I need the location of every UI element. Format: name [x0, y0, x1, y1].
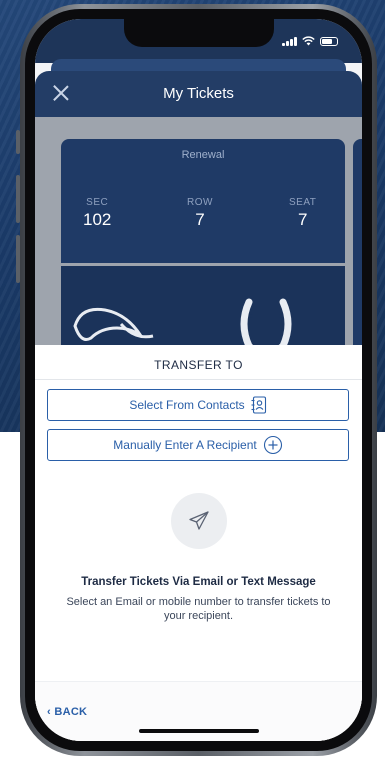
- chevron-left-icon: ‹: [47, 706, 51, 718]
- seat-label: SEAT: [289, 197, 317, 208]
- paper-plane-icon: [188, 511, 209, 530]
- select-from-contacts-button[interactable]: Select From Contacts: [47, 389, 349, 421]
- battery-icon: [320, 37, 338, 46]
- phone-frame: My Tickets Renewal SEC 102 ROW 7 SEAT 7: [20, 4, 377, 756]
- notch: [123, 19, 274, 47]
- divider: [35, 379, 362, 380]
- select-from-contacts-label: Select From Contacts: [129, 398, 245, 412]
- ticket-carousel: Renewal SEC 102 ROW 7 SEAT 7: [35, 117, 362, 369]
- page-title: My Tickets: [163, 85, 234, 102]
- manually-enter-recipient-button[interactable]: Manually Enter A Recipient: [47, 429, 349, 461]
- contacts-book-icon: [251, 396, 266, 414]
- volume-down-button: [16, 235, 20, 283]
- status-bar: [35, 19, 362, 63]
- transfer-info-body: Select an Email or mobile number to tran…: [66, 596, 331, 622]
- status-icons: [282, 36, 338, 46]
- back-button[interactable]: ‹ BACK: [47, 706, 87, 718]
- seat-value: 7: [297, 210, 308, 229]
- home-indicator: [138, 729, 259, 733]
- volume-up-button: [16, 175, 20, 223]
- row-column: ROW 7: [187, 197, 213, 230]
- paper-plane-badge: [170, 493, 227, 549]
- back-bar: ‹ BACK: [35, 681, 362, 741]
- wifi-icon: [302, 36, 315, 46]
- transfer-bottom-sheet: TRANSFER TO Select From Contacts Manuall…: [35, 345, 362, 741]
- transfer-info-title: Transfer Tickets Via Email or Text Messa…: [81, 576, 316, 588]
- seat-column: SEAT 7: [289, 197, 316, 230]
- ticket-card[interactable]: Renewal SEC 102 ROW 7 SEAT 7: [61, 139, 345, 369]
- mute-switch: [16, 130, 20, 154]
- next-ticket-card-peek[interactable]: [353, 139, 362, 369]
- back-label: BACK: [54, 706, 88, 718]
- sec-value: 102: [83, 210, 112, 229]
- sec-label: SEC: [86, 197, 109, 208]
- ticket-tag: Renewal: [181, 149, 225, 161]
- sec-column: SEC 102: [83, 197, 111, 230]
- app-screen: My Tickets Renewal SEC 102 ROW 7 SEAT 7: [35, 19, 362, 741]
- manually-enter-recipient-label: Manually Enter A Recipient: [113, 438, 257, 452]
- row-label: ROW: [187, 197, 213, 208]
- row-value: 7: [195, 210, 205, 229]
- cellular-signal-icon: [282, 37, 297, 46]
- modal-header: My Tickets: [35, 71, 362, 117]
- plus-circle-icon: [263, 435, 282, 455]
- sheet-title: TRANSFER TO: [154, 358, 243, 372]
